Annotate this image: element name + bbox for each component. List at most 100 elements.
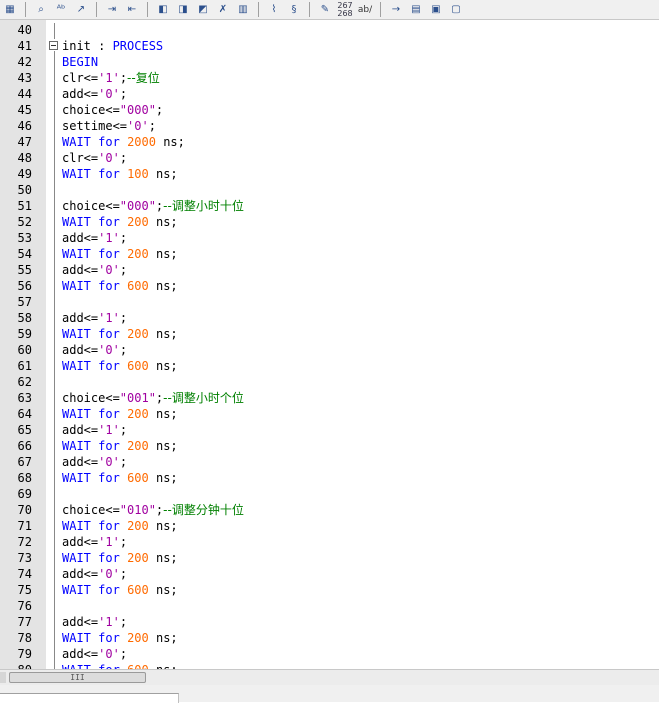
keyword: WAIT: [62, 327, 91, 341]
replace-icon: ᴬᵇ: [56, 4, 66, 15]
code-line[interactable]: 76: [0, 598, 659, 614]
bookmark-list-icon: ▥: [238, 4, 248, 15]
code-line[interactable]: 57: [0, 294, 659, 310]
spell-check-button[interactable]: ab/: [356, 1, 374, 18]
code-text: add<=: [62, 343, 99, 357]
line-number: 40: [17, 23, 32, 37]
code-text: add<=: [62, 455, 99, 469]
code-line[interactable]: 72 add<='1';: [0, 534, 659, 550]
outline-icon[interactable]: ▣: [427, 1, 445, 18]
replace-icon[interactable]: ᴬᵇ: [52, 1, 70, 18]
code-content: add<='1';: [62, 534, 127, 550]
bookmark-prev-icon[interactable]: ◩: [194, 1, 212, 18]
code-line[interactable]: 71 WAIT for 200 ns;: [0, 518, 659, 534]
code-content: WAIT for 200 ns;: [62, 326, 178, 342]
code-text: init :: [62, 39, 113, 53]
code-editor[interactable]: 40 41 init : PROCESS 42 BEGIN 43 clr<='1';--复位…: [0, 20, 659, 669]
code-line[interactable]: 68 WAIT for 600 ns;: [0, 470, 659, 486]
code-line[interactable]: 69: [0, 486, 659, 502]
clip-icon[interactable]: ⌇: [265, 1, 283, 18]
code-line[interactable]: 70 choice<="010";--调整分钟十位: [0, 502, 659, 518]
find-icon[interactable]: ⌕: [32, 1, 50, 18]
new-icon[interactable]: ▦: [1, 1, 19, 18]
code-line[interactable]: 55 add<='0';: [0, 262, 659, 278]
code-line[interactable]: 51 choice<="000";--调整小时十位: [0, 198, 659, 214]
code-line[interactable]: 46 settime<='0';: [0, 118, 659, 134]
code-line[interactable]: 59 WAIT for 200 ns;: [0, 326, 659, 342]
code-text: add<=: [62, 231, 99, 245]
code-line[interactable]: 75 WAIT for 600 ns;: [0, 582, 659, 598]
code-content: add<='0';: [62, 566, 127, 582]
code-line[interactable]: 66 WAIT for 200 ns;: [0, 438, 659, 454]
code-line[interactable]: 41 init : PROCESS: [0, 38, 659, 54]
code-line[interactable]: 77 add<='1';: [0, 614, 659, 630]
bookmark-icon[interactable]: ◧: [154, 1, 172, 18]
document-icon[interactable]: ▤: [407, 1, 425, 18]
arrow-right-icon[interactable]: →: [387, 1, 405, 18]
code-line[interactable]: 62: [0, 374, 659, 390]
goto-icon[interactable]: ↗: [72, 1, 90, 18]
code-line[interactable]: 48 clr<='0';: [0, 150, 659, 166]
code-line[interactable]: 44 add<='0';: [0, 86, 659, 102]
keyword: WAIT: [62, 359, 91, 373]
outdent-icon[interactable]: ⇤: [123, 1, 141, 18]
line-number: 72: [17, 535, 32, 549]
line-number: 63: [17, 391, 32, 405]
code-line[interactable]: 80 WAIT for 600 ns;: [0, 662, 659, 669]
code-line[interactable]: 64 WAIT for 200 ns;: [0, 406, 659, 422]
bookmark-list-icon[interactable]: ▥: [234, 1, 252, 18]
code-text: clr<=: [62, 71, 99, 85]
line-number: 73: [17, 551, 32, 565]
code-line[interactable]: 42 BEGIN: [0, 54, 659, 70]
code-line[interactable]: 56 WAIT for 600 ns;: [0, 278, 659, 294]
code-text: add<=: [62, 647, 99, 661]
code-line[interactable]: 63 choice<="001";--调整小时个位: [0, 390, 659, 406]
code-line[interactable]: 50: [0, 182, 659, 198]
line-number: 80: [0, 662, 32, 669]
code-line[interactable]: 45 choice<="000";: [0, 102, 659, 118]
scroll-icon[interactable]: §: [285, 1, 303, 18]
scroll-left-button[interactable]: [0, 672, 6, 683]
code-line[interactable]: 73 WAIT for 200 ns;: [0, 550, 659, 566]
code-text: ns;: [148, 471, 178, 485]
number-literal: 100: [127, 167, 149, 181]
string-literal: '0': [98, 151, 120, 165]
code-line[interactable]: 52 WAIT for 200 ns;: [0, 214, 659, 230]
indent-icon[interactable]: ⇥: [103, 1, 121, 18]
bookmark-next-icon[interactable]: ◨: [174, 1, 192, 18]
bookmark-prev-icon: ◩: [198, 4, 208, 15]
edit-icon[interactable]: ✎: [316, 1, 334, 18]
keyword: WAIT: [62, 471, 91, 485]
window-icon[interactable]: ▢: [447, 1, 465, 18]
code-line[interactable]: 67 add<='0';: [0, 454, 659, 470]
code-line[interactable]: 53 add<='1';: [0, 230, 659, 246]
code-line[interactable]: 58 add<='1';: [0, 310, 659, 326]
scrollbar-thumb[interactable]: III: [9, 672, 146, 683]
code-text: ;: [119, 263, 128, 277]
line-number: 67: [17, 455, 32, 469]
counter-button[interactable]: 267 268: [336, 1, 354, 18]
code-text: add<=: [62, 311, 99, 325]
comment: --调整分钟十位: [163, 503, 244, 517]
code-line[interactable]: 60 add<='0';: [0, 342, 659, 358]
toolbar-separator: [25, 2, 26, 17]
code-line[interactable]: 49 WAIT for 100 ns;: [0, 166, 659, 182]
number-literal: 200: [127, 327, 149, 341]
code-line[interactable]: 61 WAIT for 600 ns;: [0, 358, 659, 374]
code-line[interactable]: 43 clr<='1';--复位: [0, 70, 659, 86]
bookmark-clear-icon[interactable]: ✗: [214, 1, 232, 18]
code-line[interactable]: 65 add<='1';: [0, 422, 659, 438]
code-line[interactable]: 78 WAIT for 200 ns;: [0, 630, 659, 646]
horizontal-scrollbar[interactable]: III: [0, 669, 659, 685]
code-content: WAIT for 600 ns;: [62, 278, 178, 294]
keyword: for: [98, 407, 120, 421]
code-line[interactable]: 74 add<='0';: [0, 566, 659, 582]
code-line[interactable]: 40: [0, 22, 659, 38]
line-number: 54: [17, 247, 32, 261]
toolbar-separator: [147, 2, 148, 17]
code-line[interactable]: 54 WAIT for 200 ns;: [0, 246, 659, 262]
code-line[interactable]: 79 add<='0';: [0, 646, 659, 662]
code-line[interactable]: 47 WAIT for 2000 ns;: [0, 134, 659, 150]
